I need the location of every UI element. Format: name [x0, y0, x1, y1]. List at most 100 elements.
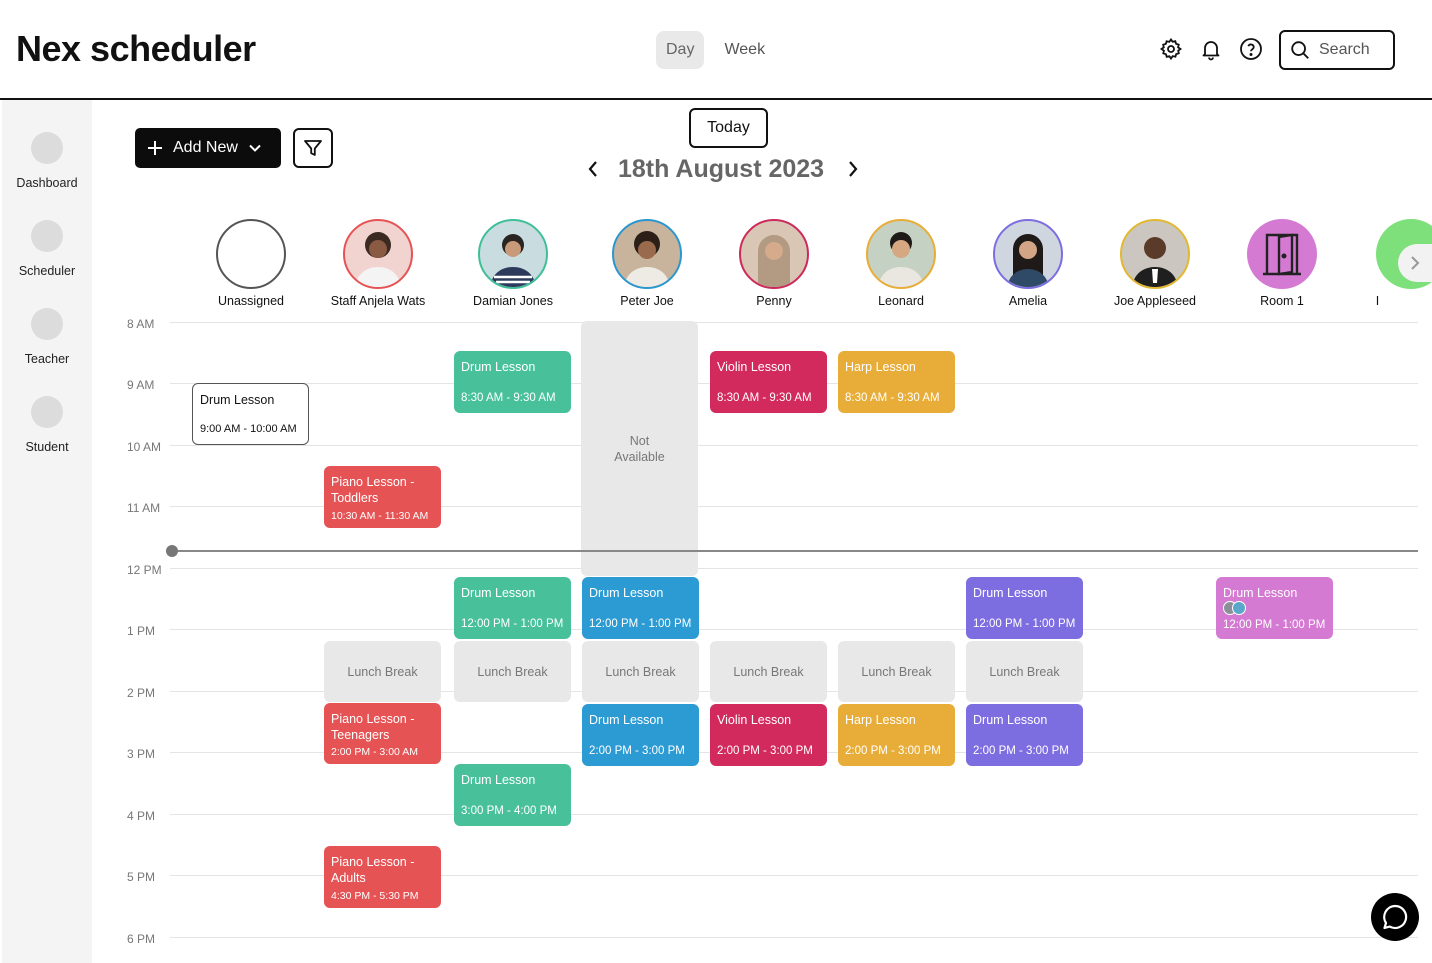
event-card[interactable]: Drum Lesson 12:00 PM - 1:00 PM — [966, 577, 1083, 639]
time-label: 2 PM — [127, 686, 156, 700]
sidebar-item-label: Scheduler — [18, 264, 76, 278]
resource-joe-appleseed[interactable]: Joe Appleseed — [1090, 219, 1220, 308]
resource-name: I — [1375, 294, 1380, 308]
day-view-button[interactable]: Day — [656, 31, 705, 69]
lunch-break-block: Lunch Break — [966, 641, 1083, 702]
today-button[interactable]: Today — [689, 108, 768, 148]
event-card[interactable]: Piano Lesson - Teenagers 2:00 PM - 3:00 … — [324, 703, 441, 764]
event-card[interactable]: Drum Lesson 2:00 PM - 3:00 PM — [966, 704, 1083, 766]
gear-icon[interactable] — [1158, 36, 1184, 62]
lunch-break-block: Lunch Break — [454, 641, 571, 702]
avatar — [993, 219, 1063, 289]
avatar — [1120, 219, 1190, 289]
bell-icon[interactable] — [1198, 36, 1224, 62]
avatar — [1232, 601, 1246, 615]
chat-icon — [1383, 904, 1408, 930]
event-time: 4:30 PM - 5:30 PM — [331, 890, 419, 902]
filter-button[interactable] — [293, 128, 333, 168]
sidebar: Dashboard Scheduler Teacher Student — [2, 100, 92, 963]
avatar — [739, 219, 809, 289]
lunch-break-label: Lunch Break — [477, 664, 548, 679]
avatar — [866, 219, 936, 289]
event-card[interactable]: Harp Lesson 8:30 AM - 9:30 AM — [838, 351, 955, 413]
event-time: 2:00 PM - 3:00 PM — [717, 745, 813, 757]
event-card[interactable]: Violin Lesson 8:30 AM - 9:30 AM — [710, 351, 827, 413]
date-navigator: 18th August 2023 — [583, 153, 863, 185]
sidebar-item-teacher[interactable]: Teacher — [2, 308, 92, 366]
resource-leonard[interactable]: Leonard — [836, 219, 966, 308]
scroll-resources-right-button[interactable] — [1398, 244, 1432, 282]
event-title: Drum Lesson — [461, 773, 536, 787]
add-new-button[interactable]: Add New — [135, 128, 281, 168]
hour-gridline — [170, 445, 1418, 446]
event-card[interactable]: Drum Lesson 9:00 AM - 10:00 AM — [192, 383, 309, 445]
lunch-break-label: Lunch Break — [605, 664, 676, 679]
chevron-left-icon — [588, 161, 597, 177]
event-card[interactable]: Harp Lesson 2:00 PM - 3:00 PM — [838, 704, 955, 766]
resource-name: Amelia — [1008, 294, 1048, 308]
resource-penny[interactable]: Penny — [709, 219, 839, 308]
lunch-break-label: Lunch Break — [989, 664, 1060, 679]
resource-name: Staff Anjela Wats — [330, 294, 426, 308]
week-view-button[interactable]: Week — [714, 31, 775, 69]
event-card[interactable]: Drum Lesson 2:00 PM - 3:00 PM — [582, 704, 699, 766]
event-card[interactable]: Drum Lesson 8:30 AM - 9:30 AM — [454, 351, 571, 413]
event-time: 8:30 AM - 9:30 AM — [845, 392, 940, 404]
event-time: 12:00 PM - 1:00 PM — [461, 618, 564, 630]
event-time: 3:00 PM - 4:00 PM — [461, 805, 557, 817]
resource-amelia[interactable]: Amelia — [963, 219, 1093, 308]
time-label: 5 PM — [127, 870, 156, 884]
sidebar-item-dashboard[interactable]: Dashboard — [2, 132, 92, 190]
event-time: 2:00 PM - 3:00 PM — [973, 745, 1069, 757]
hour-gridline — [170, 568, 1418, 569]
sidebar-item-student[interactable]: Student — [2, 396, 92, 454]
time-label: 12 PM — [127, 563, 162, 577]
help-icon[interactable] — [1238, 36, 1264, 62]
resource-name: Penny — [756, 294, 792, 308]
time-label: 6 PM — [127, 932, 156, 946]
student-icon — [31, 396, 63, 428]
event-card[interactable]: Piano Lesson - Toddlers 10:30 AM - 11:30… — [324, 466, 441, 528]
resource-unassigned[interactable]: Unassigned — [186, 219, 316, 308]
current-time-line — [172, 550, 1418, 552]
scheduler-icon — [31, 220, 63, 252]
filter-icon — [304, 140, 322, 156]
event-time: 8:30 AM - 9:30 AM — [717, 392, 812, 404]
event-card[interactable]: Violin Lesson 2:00 PM - 3:00 PM — [710, 704, 827, 766]
event-title: Drum Lesson — [200, 393, 275, 407]
event-card[interactable]: Drum Lesson 12:00 PM - 1:00 PM — [582, 577, 699, 639]
event-card[interactable]: Piano Lesson - Adults 4:30 PM - 5:30 PM — [324, 846, 441, 908]
event-time: 9:00 AM - 10:00 AM — [200, 423, 297, 435]
chat-button[interactable] — [1371, 893, 1419, 941]
resource-staff[interactable]: Staff Anjela Wats — [313, 219, 443, 308]
resource-name: Unassigned — [217, 294, 284, 308]
avatar — [343, 219, 413, 289]
event-time: 12:00 PM - 1:00 PM — [973, 618, 1076, 630]
search-input[interactable]: Search — [1279, 30, 1395, 70]
event-title: Drum Lesson — [589, 713, 664, 727]
resource-damian-jones[interactable]: Damian Jones — [448, 219, 578, 308]
resource-peter-joe[interactable]: Peter Joe — [582, 219, 712, 308]
time-label: 1 PM — [127, 624, 156, 638]
hour-gridline — [170, 322, 1418, 323]
event-card[interactable]: Drum Lesson 12:00 PM - 1:00 PM — [454, 577, 571, 639]
time-label: 8 AM — [127, 317, 155, 331]
sidebar-item-label: Teacher — [24, 352, 70, 366]
dashboard-icon — [31, 132, 63, 164]
event-card[interactable]: Drum Lesson 12:00 PM - 1:00 PM — [1216, 577, 1333, 639]
avatar — [478, 219, 548, 289]
previous-day-button[interactable] — [583, 157, 603, 181]
next-day-button[interactable] — [843, 157, 863, 181]
event-time: 10:30 AM - 11:30 AM — [331, 510, 429, 522]
sidebar-item-scheduler[interactable]: Scheduler — [2, 220, 92, 278]
lunch-break-label: Lunch Break — [347, 664, 418, 679]
attendee-avatars — [1223, 601, 1251, 615]
event-title: Harp Lesson — [845, 713, 916, 727]
not-available-block: Not Available — [581, 321, 698, 576]
sidebar-item-label: Student — [25, 440, 69, 454]
event-card[interactable]: Drum Lesson 3:00 PM - 4:00 PM — [454, 764, 571, 826]
event-title: Piano Lesson - Adults — [331, 855, 415, 885]
not-available-label: Not Available — [614, 433, 665, 464]
current-time-marker — [166, 545, 178, 557]
event-title: Drum Lesson — [461, 360, 536, 374]
